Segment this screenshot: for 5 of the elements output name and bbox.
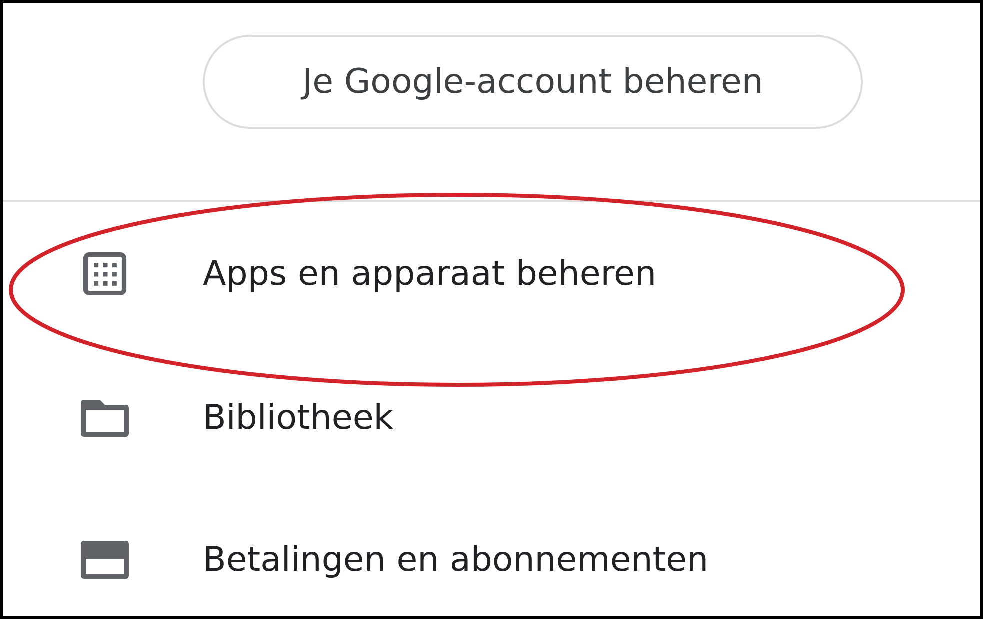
menu-item[interactable]: Apps en apparaat beheren bbox=[203, 254, 657, 294]
credit-card-icon bbox=[80, 538, 130, 582]
menu-item[interactable]: Bibliotheek bbox=[203, 398, 394, 438]
manage-account-button[interactable]: Je Google-account beheren bbox=[203, 35, 863, 129]
menu-item[interactable]: Betalingen en abonnementen bbox=[203, 540, 709, 580]
